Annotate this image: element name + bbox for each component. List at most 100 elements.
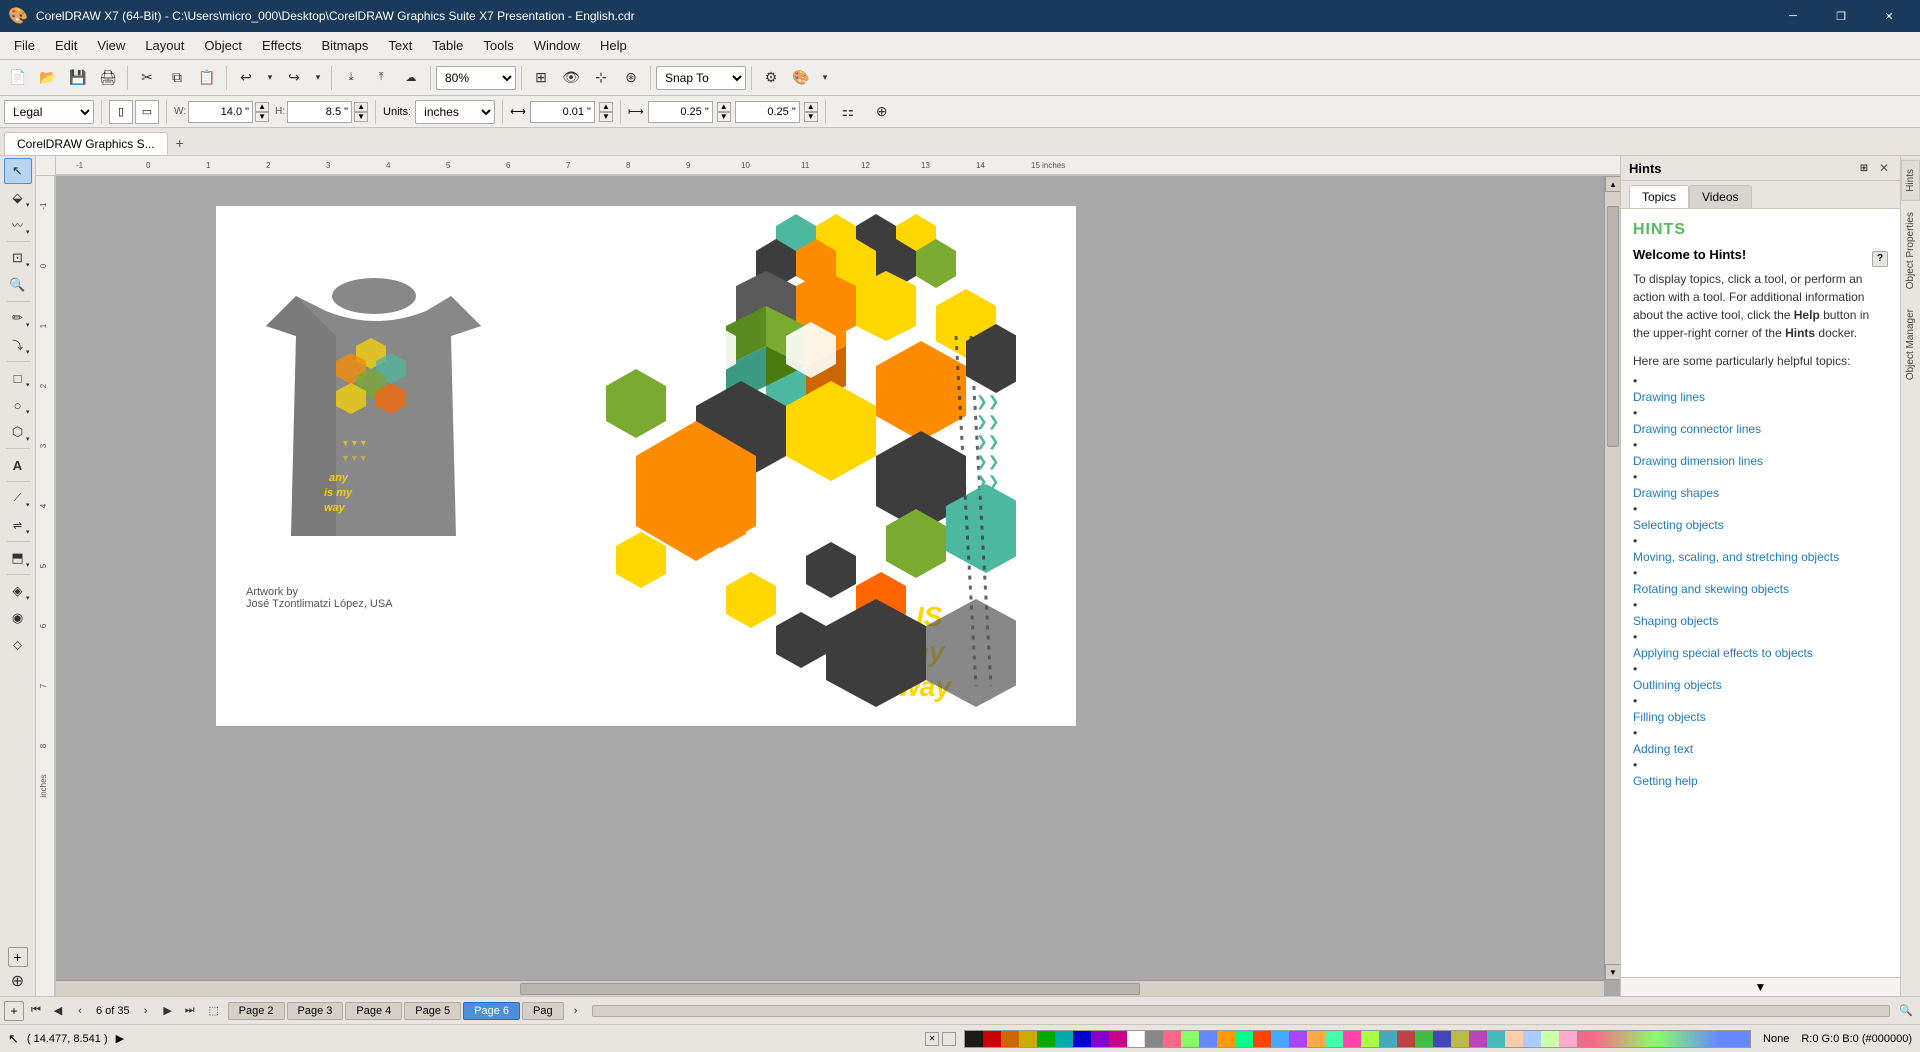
color-swatch-magenta[interactable] (1343, 1031, 1361, 1047)
prev-page-btn[interactable]: ◀ (48, 1001, 68, 1021)
canvas-vscroll[interactable]: ▲ ▼ (1604, 176, 1620, 980)
next-page-btn[interactable]: › (136, 1001, 156, 1021)
nudge-up[interactable]: ▲ (599, 102, 613, 112)
page-width-input[interactable] (188, 101, 253, 123)
navigator-button[interactable]: ⊛ (617, 64, 645, 92)
nudge-down[interactable]: ▼ (599, 112, 613, 122)
color-swatch-gold[interactable] (1307, 1031, 1325, 1047)
paste-button[interactable]: 📋 (193, 64, 221, 92)
page-scroll-track[interactable] (592, 1005, 1890, 1017)
color-swatch-orchid[interactable] (1469, 1031, 1487, 1047)
undo-button[interactable]: ↩ (232, 64, 260, 92)
select-tool-btn[interactable]: ↖ (4, 158, 32, 184)
vtab-hints[interactable]: Hints (1901, 160, 1920, 201)
menu-help[interactable]: Help (590, 34, 637, 57)
menu-bitmaps[interactable]: Bitmaps (311, 34, 378, 57)
color-swatch-pink[interactable] (1109, 1031, 1127, 1047)
next-page-btn2[interactable]: ▶ (158, 1001, 178, 1021)
color-swatch-yellow-green[interactable] (1361, 1031, 1379, 1047)
color-swatch-pale-green[interactable] (1541, 1031, 1559, 1047)
polygon-tool-btn[interactable]: ⬡ (4, 419, 32, 445)
hints-expand-btn[interactable]: ⊞ (1856, 160, 1872, 176)
vtab-object-manager[interactable]: Object Manager (1901, 300, 1920, 389)
color-swatch-mint[interactable] (1235, 1031, 1253, 1047)
zoom-out-btn[interactable]: 🔍 (1896, 1001, 1916, 1021)
color-swatch-teal[interactable] (1055, 1031, 1073, 1047)
color-swatch-black[interactable] (965, 1031, 983, 1047)
page-size-dropdown[interactable]: Legal Letter A4 (4, 100, 94, 124)
first-page-btn[interactable]: ⏮ (26, 1001, 46, 1021)
add-page-btn[interactable]: + (8, 947, 28, 967)
hint-link-rotating[interactable]: •Rotating and skewing objects (1633, 566, 1888, 598)
page-options-btn[interactable]: ⬚ (202, 1001, 226, 1021)
vscroll-down[interactable]: ▼ (1605, 964, 1620, 980)
smart-fill-btn[interactable]: ◉ (4, 605, 32, 631)
dup-h-up[interactable]: ▲ (717, 102, 731, 112)
color-swatch-purple[interactable] (1091, 1031, 1109, 1047)
zoom-dropdown[interactable]: 80% 100% 50% (436, 66, 516, 90)
ellipse-tool-btn[interactable]: ○ (4, 392, 32, 418)
hints-help-btn[interactable]: ? (1872, 251, 1888, 267)
tab-videos[interactable]: Videos (1689, 185, 1751, 208)
color-swatch-amber[interactable] (1217, 1031, 1235, 1047)
color-swatch-baby-blue[interactable] (1523, 1031, 1541, 1047)
color-swatch-lime[interactable] (1181, 1031, 1199, 1047)
dup-v-up[interactable]: ▲ (804, 102, 818, 112)
menu-file[interactable]: File (4, 34, 45, 57)
hint-link-selecting[interactable]: •Selecting objects (1633, 502, 1888, 534)
import-button[interactable]: ⤓ (337, 64, 365, 92)
page-tab-4[interactable]: Page 4 (345, 1002, 402, 1020)
color-swatch-peach[interactable] (1505, 1031, 1523, 1047)
hint-link-getting-help[interactable]: •Getting help (1633, 758, 1888, 790)
hint-link-effects[interactable]: •Applying special effects to objects (1633, 630, 1888, 662)
menu-effects[interactable]: Effects (252, 34, 312, 57)
color-swatch-green[interactable] (1037, 1031, 1055, 1047)
crop-tool-btn[interactable]: ⊡ (4, 245, 32, 271)
color-dropdown[interactable]: ▾ (817, 64, 833, 92)
hscroll-thumb[interactable] (520, 983, 1139, 995)
color-swatch-orange[interactable] (1001, 1031, 1019, 1047)
fullscreen-button[interactable]: ⊞ (527, 64, 555, 92)
page-tab-7[interactable]: Pag (522, 1002, 564, 1020)
last-page-btn[interactable]: ⏭ (180, 1001, 200, 1021)
color-swatch-periwinkle[interactable] (1199, 1031, 1217, 1047)
vscroll-thumb[interactable] (1607, 206, 1619, 447)
canvas-scroll[interactable]: ▼▼▼ ▼▼▼ any is my way .hex { stroke: non… (56, 176, 1604, 980)
menu-edit[interactable]: Edit (45, 34, 87, 57)
print-button[interactable]: 🖨 (94, 64, 122, 92)
hint-link-moving[interactable]: •Moving, scaling, and stretching objects (1633, 534, 1888, 566)
color-swatch-brick[interactable] (1397, 1031, 1415, 1047)
grid-button[interactable]: ⊹ (587, 64, 615, 92)
dup-h-input[interactable] (648, 101, 713, 123)
color-swatch-gray[interactable] (1145, 1031, 1163, 1047)
color-swatch-rose[interactable] (1163, 1031, 1181, 1047)
menu-table[interactable]: Table (422, 34, 473, 57)
add-page-nav-btn[interactable]: + (4, 1001, 24, 1021)
rect-tool-btn[interactable]: □ (4, 365, 32, 391)
width-down[interactable]: ▼ (255, 112, 269, 122)
undo-dropdown[interactable]: ▾ (262, 64, 278, 92)
redo-dropdown[interactable]: ▾ (310, 64, 326, 92)
color-swatch-cerulean[interactable] (1379, 1031, 1397, 1047)
portrait-btn[interactable]: ▯ (109, 100, 133, 124)
color-swatch-steel[interactable] (1487, 1031, 1505, 1047)
nudge-input[interactable] (530, 101, 595, 123)
color-swatch-skyblue[interactable] (1271, 1031, 1289, 1047)
cut-button[interactable]: ✂ (133, 64, 161, 92)
view-mode-button[interactable]: 👁 (557, 64, 585, 92)
new-button[interactable]: 📄 (4, 64, 32, 92)
color-button[interactable]: 🎨 (787, 64, 815, 92)
width-up[interactable]: ▲ (255, 102, 269, 112)
vscroll-up[interactable]: ▲ (1605, 176, 1620, 192)
tab-topics[interactable]: Topics (1629, 185, 1689, 208)
color-palette[interactable] (964, 1030, 1751, 1048)
restore-button[interactable]: ❐ (1818, 0, 1864, 32)
snap-dropdown[interactable]: Snap To (656, 66, 746, 90)
hints-close-btn[interactable]: ✕ (1876, 160, 1892, 176)
hint-link-drawing-lines[interactable]: •Drawing lines (1633, 374, 1888, 406)
page-indicator-btn[interactable]: ▶ (116, 1032, 124, 1045)
dimension-tool-btn[interactable]: ⟋ (4, 485, 32, 511)
new-tab-button[interactable]: + (168, 131, 192, 155)
color-swatch-yellow[interactable] (1019, 1031, 1037, 1047)
blend-tool-btn[interactable]: ⬒ (4, 545, 32, 571)
